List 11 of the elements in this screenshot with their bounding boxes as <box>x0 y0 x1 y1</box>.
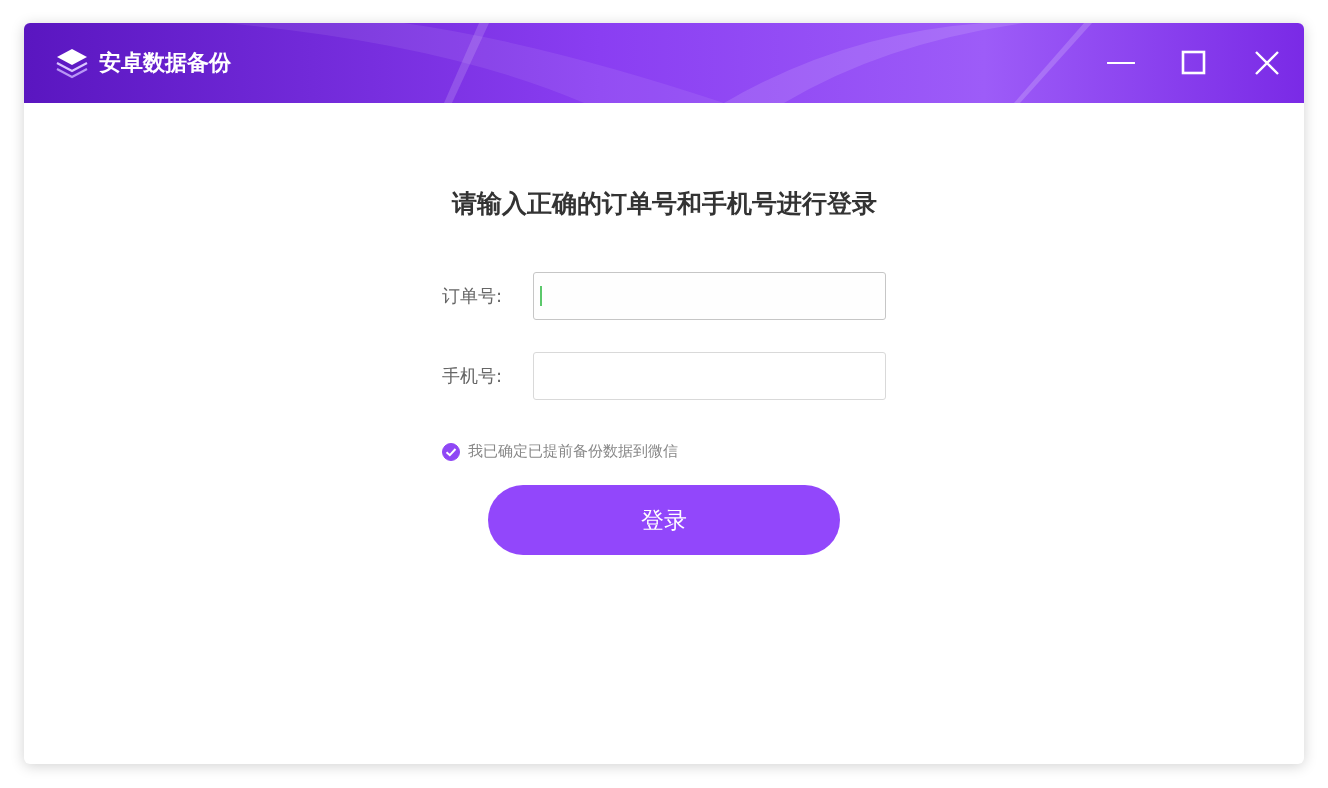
layers-icon <box>55 47 89 79</box>
login-button[interactable]: 登录 <box>488 485 840 555</box>
field-label: 订单号: <box>442 284 504 308</box>
login-heading: 请输入正确的订单号和手机号进行登录 <box>451 188 877 220</box>
minimize-icon <box>1107 61 1135 65</box>
window-title: 安卓数据备份 <box>99 49 231 77</box>
input-field[interactable] <box>532 352 886 400</box>
checkbox-label: 我已确定已提前备份数据到微信 <box>468 442 678 461</box>
field-label: 手机号: <box>442 364 504 388</box>
checkbox[interactable] <box>442 442 460 461</box>
input-field[interactable] <box>532 272 886 320</box>
